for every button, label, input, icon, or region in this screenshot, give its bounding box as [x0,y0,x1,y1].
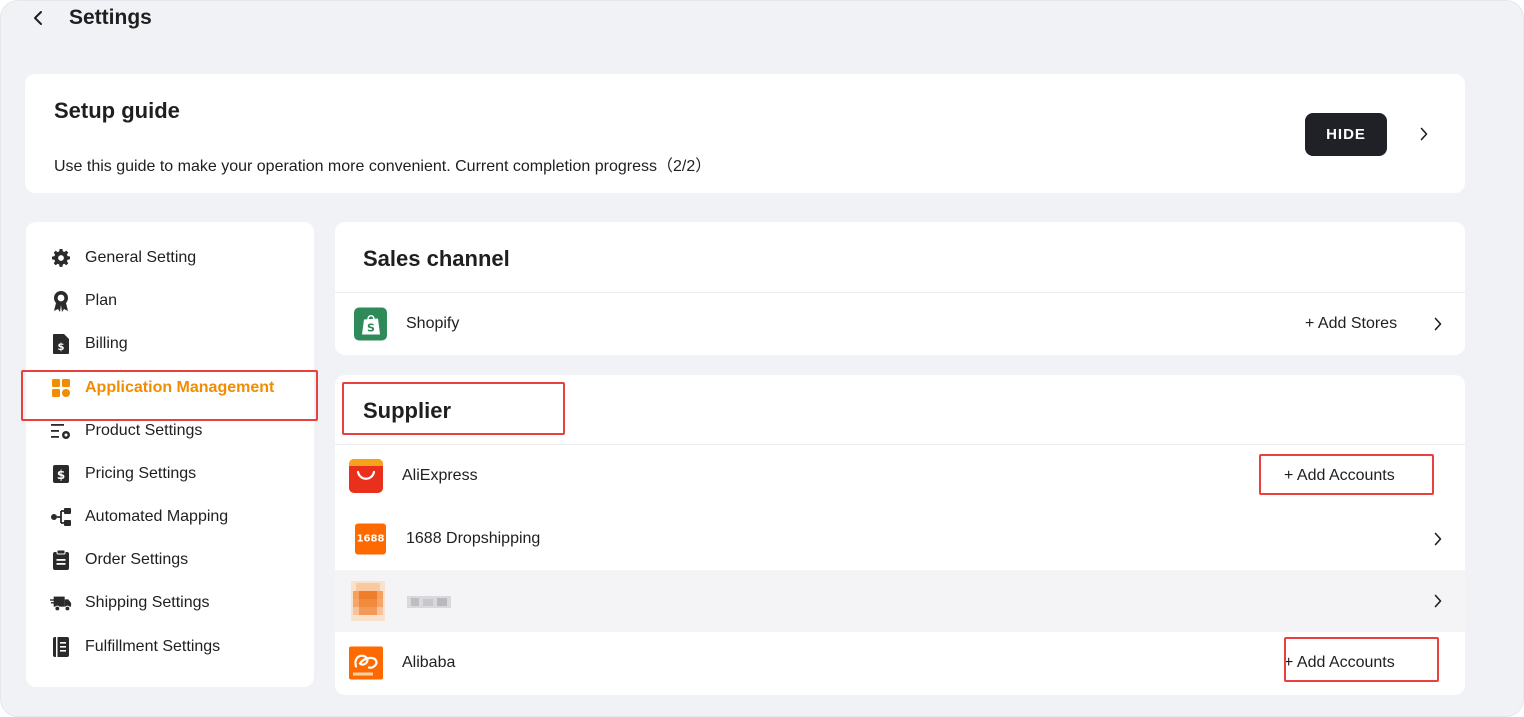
sidebar-item-product-settings[interactable]: Product Settings [26,414,314,448]
sidebar-item-plan[interactable]: Plan [26,284,314,318]
sales-channel-title: Sales channel [363,246,510,271]
page-title: Settings [69,6,152,29]
sales-channel-row-shopify[interactable]: S Shopify + Add Stores [335,293,1465,355]
add-accounts-button[interactable]: + Add Accounts [1284,467,1395,485]
sidebar-item-label: Plan [85,292,118,309]
chevron-right-icon[interactable] [1415,123,1433,145]
sidebar-item-label: Pricing Settings [85,465,197,482]
svg-text:$: $ [58,342,65,353]
sidebar-item-label: Fulfillment Settings [85,638,221,655]
clipboard-icon [50,549,72,571]
setup-guide-title: Setup guide [54,98,180,123]
sidebar-item-fulfillment-settings[interactable]: Fulfillment Settings [26,630,314,664]
chevron-right-icon[interactable] [1430,314,1446,334]
top-bar: Settings [29,3,152,33]
supplier-row-1688-dropshipping[interactable]: 1688 1688 Dropshipping [335,508,1465,570]
svg-text:$: $ [57,468,65,482]
settings-window: Settings Setup guide Use this guide to m… [0,0,1524,717]
apps-grid-icon [50,377,72,399]
sidebar-item-billing[interactable]: $ Billing [26,327,314,361]
supplier-row-blurred[interactable] [335,570,1465,632]
sidebar-item-general-setting[interactable]: General Setting [26,241,314,275]
sidebar-item-label: Shipping Settings [85,594,210,611]
blurred-logo-icon [351,581,385,621]
gear-icon [50,247,72,269]
logo-1688-text: 1688 [356,533,385,545]
row-label: Alibaba [402,654,456,671]
award-icon [50,290,72,312]
sidebar-item-shipping-settings[interactable]: Shipping Settings [26,586,314,620]
shopify-logo-icon: S [354,307,387,341]
supplier-card: Supplier AliExpress + Add Accounts 1688 … [335,375,1465,695]
chevron-right-icon[interactable] [1430,591,1446,611]
sidebar-item-order-settings[interactable]: Order Settings [26,543,314,577]
book-icon [50,636,72,658]
settings-sidebar: General Setting Plan $ Billing Applicati… [26,222,314,687]
supplier-title: Supplier [363,398,452,423]
sidebar-item-label: Automated Mapping [85,508,229,525]
logo-1688-icon: 1688 [355,523,386,555]
add-stores-button[interactable]: + Add Stores [1305,315,1397,333]
sales-channel-card: Sales channel S Shopify + Add Stores [335,222,1465,355]
list-settings-icon [50,420,72,442]
svg-text:S: S [367,321,375,334]
supplier-row-alibaba[interactable]: Alibaba + Add Accounts [335,632,1465,694]
blurred-label [407,596,451,608]
row-label: 1688 Dropshipping [406,530,541,547]
truck-icon [50,592,72,614]
aliexpress-logo-icon [349,459,383,493]
row-label: Shopify [406,315,460,332]
setup-guide-card: Setup guide Use this guide to make your … [25,74,1465,193]
sidebar-item-application-management[interactable]: Application Management [26,371,314,405]
hide-button[interactable]: HIDE [1305,113,1387,156]
sidebar-item-automated-mapping[interactable]: Automated Mapping [26,500,314,534]
chevron-right-icon[interactable] [1430,529,1446,549]
sidebar-item-label: Application Management [85,379,275,396]
row-label: AliExpress [402,467,478,484]
sidebar-item-pricing-settings[interactable]: $ Pricing Settings [26,457,314,491]
back-icon[interactable] [29,6,47,30]
sidebar-item-label: Product Settings [85,422,203,439]
alibaba-logo-icon [349,646,383,680]
supplier-row-aliexpress[interactable]: AliExpress + Add Accounts [335,445,1465,507]
setup-guide-description: Use this guide to make your operation mo… [54,158,712,175]
add-accounts-button[interactable]: + Add Accounts [1284,654,1395,672]
sidebar-item-label: Billing [85,335,128,352]
sidebar-item-label: Order Settings [85,551,189,568]
sidebar-item-label: General Setting [85,249,197,266]
bill-icon: $ [50,333,72,355]
mapping-icon [50,506,72,528]
dollar-card-icon: $ [50,463,72,485]
